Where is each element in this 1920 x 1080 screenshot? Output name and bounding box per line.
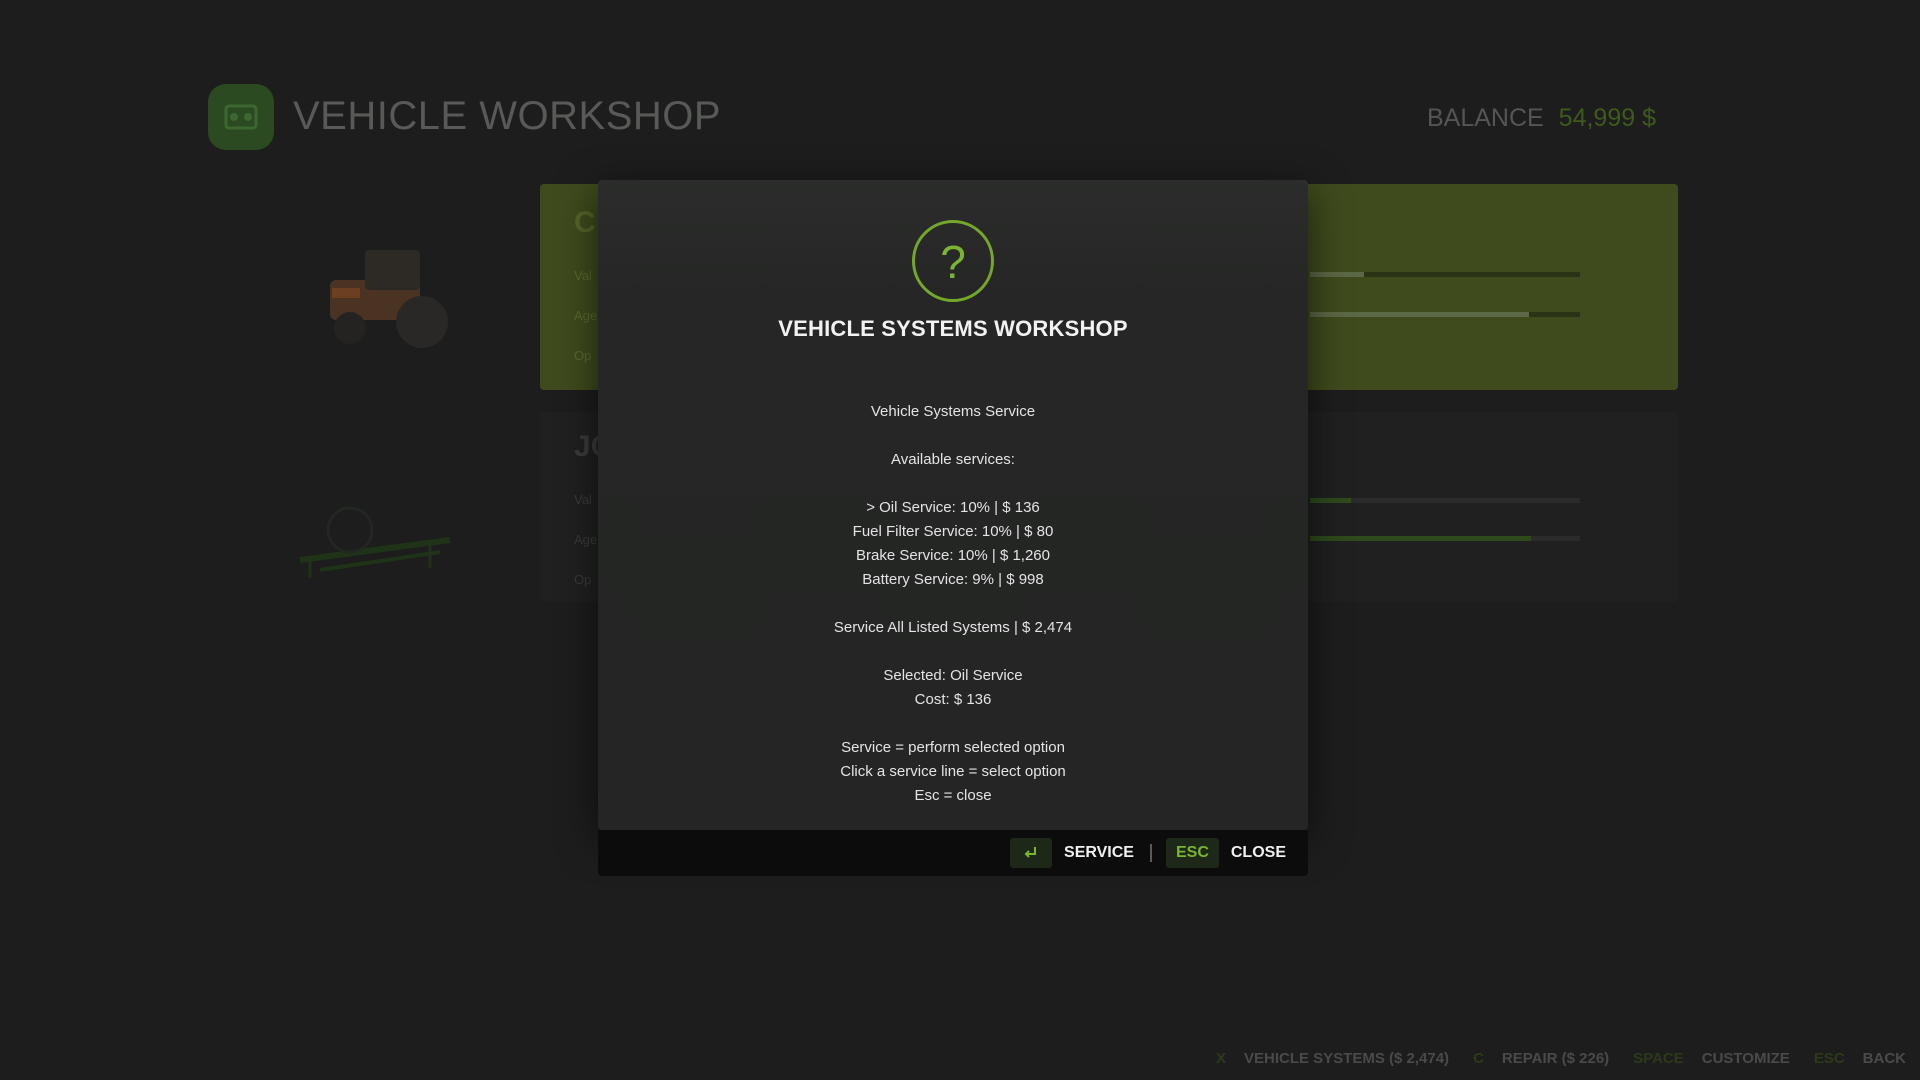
age-bar-fill xyxy=(1310,312,1529,317)
service-option-oil[interactable]: > Oil Service: 10% | $ 136 xyxy=(598,496,1308,520)
selected-cost: Cost: $ 136 xyxy=(914,691,992,708)
balance-label: BALANCE xyxy=(1427,104,1544,132)
hint-key: X xyxy=(1215,1049,1226,1067)
enter-key-icon xyxy=(1010,838,1053,868)
help-service: Service = perform selected option xyxy=(841,739,1065,756)
age-bar xyxy=(1310,536,1580,541)
footer-divider xyxy=(1149,844,1152,862)
row-label-operating: Op xyxy=(574,572,592,587)
hint-back[interactable]: BACK xyxy=(1863,1050,1906,1067)
hint-vehicle-systems[interactable]: VEHICLE SYSTEMS ($ 2,474) xyxy=(1244,1050,1449,1067)
row-label-value: Val xyxy=(574,492,592,507)
dialog-message: Vehicle Systems Service Available servic… xyxy=(598,400,1308,808)
service-option-battery[interactable]: Battery Service: 9% | $ 998 xyxy=(598,568,1308,592)
age-bar xyxy=(1310,312,1580,317)
service-option-brake[interactable]: Brake Service: 10% | $ 1,260 xyxy=(598,544,1308,568)
row-label-operating: Op xyxy=(574,348,592,363)
question-icon: ? xyxy=(912,220,994,302)
service-option-all[interactable]: Service All Listed Systems | $ 2,474 xyxy=(598,616,1308,640)
service-option-fuel-filter[interactable]: Fuel Filter Service: 10% | $ 80 xyxy=(598,520,1308,544)
hint-key: C xyxy=(1473,1049,1484,1067)
balance-value: 54,999 $ xyxy=(1558,104,1656,132)
hint-key: SPACE xyxy=(1633,1049,1684,1067)
implement-thumbnail[interactable] xyxy=(290,470,460,590)
condition-bar xyxy=(1310,498,1580,503)
close-button[interactable]: ESC CLOSE xyxy=(1165,838,1286,868)
age-bar-fill xyxy=(1310,536,1532,541)
close-button-label: CLOSE xyxy=(1230,844,1286,861)
condition-bar xyxy=(1310,272,1580,277)
page-title: VEHICLE WORKSHOP xyxy=(293,94,722,138)
condition-bar-fill xyxy=(1310,498,1351,503)
condition-bar-fill xyxy=(1310,272,1364,277)
row-label-age: Age xyxy=(574,532,598,547)
dialog-title: VEHICLE SYSTEMS WORKSHOP xyxy=(778,316,1128,341)
tractor-thumbnail[interactable] xyxy=(310,240,470,360)
dialog-subtitle: Vehicle Systems Service xyxy=(870,403,1036,420)
service-button[interactable]: SERVICE xyxy=(1010,838,1134,868)
workshop-logo-icon xyxy=(208,84,274,150)
bottom-hint-bar: X VEHICLE SYSTEMS ($ 2,474) C REPAIR ($ … xyxy=(1192,1044,1906,1072)
help-esc: Esc = close xyxy=(914,787,992,804)
row-label-value: Val xyxy=(574,268,592,283)
row-label-age: Age xyxy=(574,308,598,323)
vehicle-name-letter: C xyxy=(574,206,596,239)
dialog-footer: SERVICE ESC CLOSE xyxy=(598,830,1308,876)
hint-repair[interactable]: REPAIR ($ 226) xyxy=(1502,1050,1609,1067)
selected-service: Selected: Oil Service xyxy=(883,667,1023,684)
help-click: Click a service line = select option xyxy=(840,763,1066,780)
available-services-label: Available services: xyxy=(891,451,1015,468)
service-dialog: ? VEHICLE SYSTEMS WORKSHOP Vehicle Syste… xyxy=(598,180,1308,830)
hint-customize[interactable]: CUSTOMIZE xyxy=(1702,1050,1790,1067)
esc-key: ESC xyxy=(1165,838,1219,868)
service-button-label: SERVICE xyxy=(1064,844,1134,861)
hint-key: ESC xyxy=(1813,1049,1845,1067)
balance-display: BALANCE 54,999 $ xyxy=(1427,104,1656,133)
